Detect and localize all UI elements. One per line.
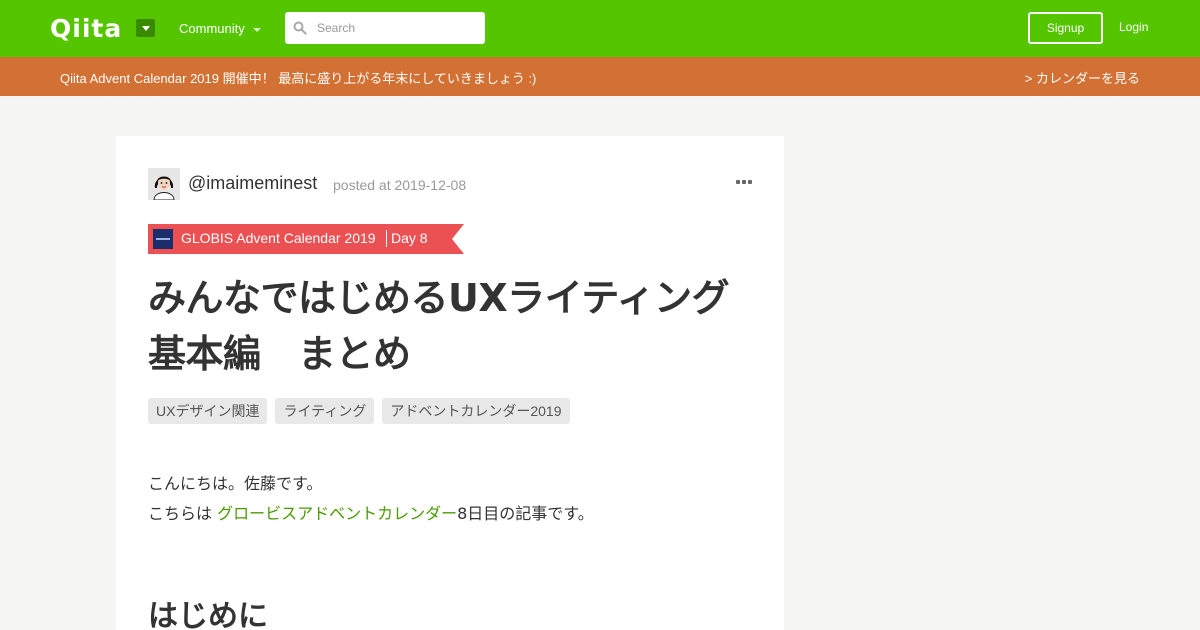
qiita-logo[interactable]: Qiita (50, 13, 122, 43)
advent-calendar-name: GLOBIS Advent Calendar 2019 (181, 230, 376, 246)
article-body: こんにちは。佐藤です。 こちらは グロービスアドベントカレンダー8日目の記事です… (148, 469, 594, 529)
body-prefix: こちらは (148, 504, 218, 523)
announcement-message[interactable]: Qiita Advent Calendar 2019 開催中！ 最高に盛り上がる… (60, 68, 536, 87)
signup-button[interactable]: Signup (1028, 12, 1103, 44)
tag-advent-calendar[interactable]: アドベントカレンダー2019 (382, 398, 570, 424)
logo-dropdown-button[interactable] (136, 19, 155, 37)
community-menu[interactable]: Community (179, 21, 261, 36)
advent-calendar-link[interactable]: グロービスアドベントカレンダー (217, 504, 457, 523)
section-heading-intro: はじめに (148, 599, 268, 630)
top-navbar: Qiita Community Signup Login (0, 0, 1200, 57)
tag-list: UXデザイン関連 ライティング アドベントカレンダー2019 (148, 398, 570, 424)
search-box[interactable] (285, 12, 485, 44)
body-greeting: こんにちは。佐藤です。 (148, 474, 323, 493)
community-label: Community (179, 21, 245, 36)
body-suffix: 8日目の記事です。 (457, 504, 594, 523)
ribbon-divider (386, 230, 387, 247)
search-icon (293, 21, 307, 35)
article-card: @imaimeminest posted at 2019-12-08 GLOBI… (116, 136, 784, 630)
posted-date: posted at 2019-12-08 (333, 177, 467, 193)
author-username[interactable]: @imaimeminest (188, 173, 317, 194)
article-title: みんなではじめるUXライティング 基本編 まとめ (148, 276, 767, 376)
globis-calendar-icon (153, 229, 173, 249)
search-input[interactable] (317, 21, 477, 35)
tag-writing[interactable]: ライティング (275, 398, 375, 424)
more-options-icon[interactable] (736, 180, 752, 186)
chevron-down-icon (252, 27, 261, 32)
calendar-link[interactable]: > カレンダーを見る (1025, 68, 1140, 87)
user-avatar[interactable] (148, 168, 180, 200)
tag-ux-design[interactable]: UXデザイン関連 (148, 398, 268, 424)
body-intro-line: こちらは グロービスアドベントカレンダー8日目の記事です。 (148, 499, 594, 529)
advent-day: Day 8 (391, 230, 428, 246)
login-link[interactable]: Login (1119, 20, 1148, 34)
announcement-bar: Qiita Advent Calendar 2019 開催中！ 最高に盛り上がる… (0, 57, 1200, 96)
